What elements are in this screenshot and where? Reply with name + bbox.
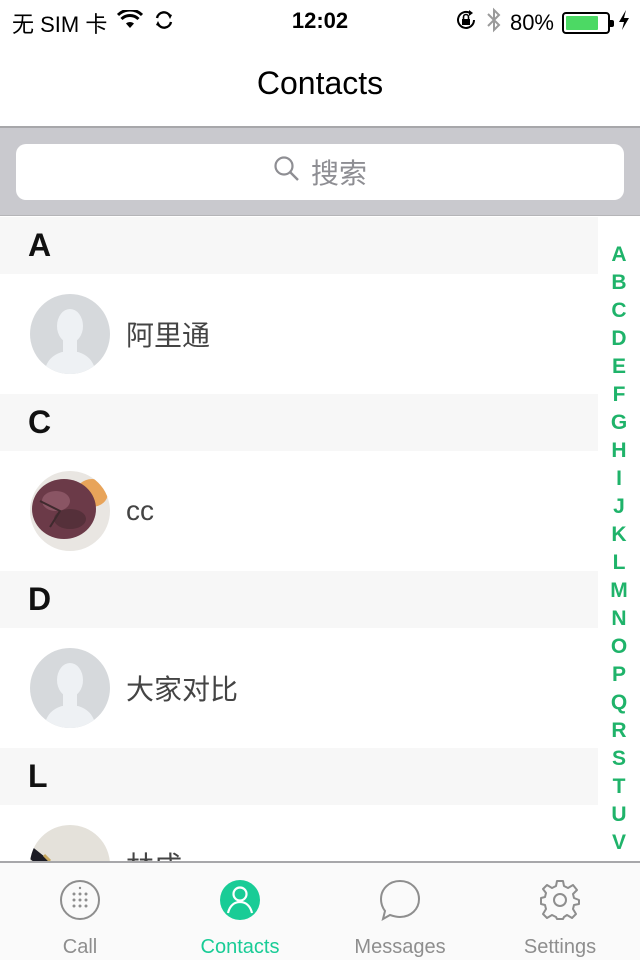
contacts-list[interactable]: A 阿里通 C cc D 大家对比 L 林成 [0, 217, 598, 861]
index-letter-l[interactable]: L [613, 549, 626, 577]
wifi-icon [117, 8, 144, 36]
person-icon [219, 879, 261, 926]
carrier-label: 无 SIM 卡 [12, 12, 108, 37]
bluetooth-icon [486, 7, 502, 39]
alphabet-index[interactable]: ABCDEFGHIJKLMNOPQRSTUV [598, 217, 640, 861]
index-letter-s[interactable]: S [612, 745, 626, 773]
contact-name: cc [126, 495, 154, 526]
section-header-d: D [0, 571, 598, 628]
index-letter-m[interactable]: M [610, 577, 628, 605]
section-header-c: C [0, 394, 598, 451]
index-letter-c[interactable]: C [611, 297, 626, 325]
index-letter-h[interactable]: H [611, 437, 626, 465]
gear-icon [539, 879, 581, 926]
navigation-bar: Contacts [0, 40, 640, 128]
index-letter-j[interactable]: J [613, 493, 625, 521]
index-letter-v[interactable]: V [612, 829, 626, 857]
tab-call[interactable]: Call [0, 863, 160, 960]
index-letter-u[interactable]: U [611, 801, 626, 829]
page-title: Contacts [256, 64, 384, 101]
index-letter-d[interactable]: D [611, 325, 626, 353]
tab-label: Contacts [200, 936, 280, 958]
sync-icon [153, 9, 175, 37]
search-bar: 搜索 [0, 128, 640, 216]
contact-row[interactable]: 阿里通 [0, 274, 598, 394]
contact-name: 大家对比 [126, 674, 239, 705]
index-letter-a[interactable]: A [611, 241, 626, 269]
section-header-a: A [0, 217, 598, 274]
chat-bubble-icon [379, 879, 421, 926]
index-letter-b[interactable]: B [611, 269, 626, 297]
default-avatar [30, 648, 110, 728]
index-letter-o[interactable]: O [611, 633, 627, 661]
index-letter-t[interactable]: T [613, 773, 626, 801]
dialpad-icon [59, 879, 101, 926]
charging-icon [618, 9, 630, 37]
contact-name: 林成 [126, 845, 182, 861]
index-letter-n[interactable]: N [611, 605, 626, 633]
index-letter-r[interactable]: R [611, 717, 626, 745]
tab-label: Call [62, 936, 98, 958]
index-letter-e[interactable]: E [612, 353, 626, 381]
index-letter-q[interactable]: Q [611, 689, 627, 717]
search-icon [273, 155, 301, 190]
tab-label: Messages [354, 936, 446, 958]
battery-icon [562, 12, 614, 34]
search-placeholder: 搜索 [310, 158, 367, 189]
battery-percent: 80% [509, 10, 554, 35]
tab-bar: Call Contacts Messages Settings [0, 861, 640, 960]
battery-level [566, 16, 598, 30]
photo-avatar [30, 471, 110, 551]
tab-label: Settings [523, 936, 597, 958]
photo-avatar [30, 825, 110, 861]
index-letter-i[interactable]: I [616, 465, 622, 493]
contact-row[interactable]: cc [0, 451, 598, 571]
status-bar: 无 SIM 卡 12:02 80% [0, 0, 640, 40]
contact-name: 阿里通 [126, 320, 211, 351]
index-letter-g[interactable]: G [611, 409, 627, 437]
index-letter-f[interactable]: F [613, 381, 626, 409]
search-input[interactable]: 搜索 [16, 144, 624, 200]
tab-messages[interactable]: Messages [320, 863, 480, 960]
tab-contacts[interactable]: Contacts [160, 863, 320, 960]
contact-row[interactable]: 大家对比 [0, 628, 598, 748]
default-avatar [30, 294, 110, 374]
index-letter-p[interactable]: P [612, 661, 626, 689]
tab-settings[interactable]: Settings [480, 863, 640, 960]
battery-nub [610, 20, 614, 27]
contact-row[interactable]: 林成 [0, 805, 598, 861]
index-letter-k[interactable]: K [611, 521, 626, 549]
section-header-l: L [0, 748, 598, 805]
orientation-lock-icon [454, 8, 478, 38]
